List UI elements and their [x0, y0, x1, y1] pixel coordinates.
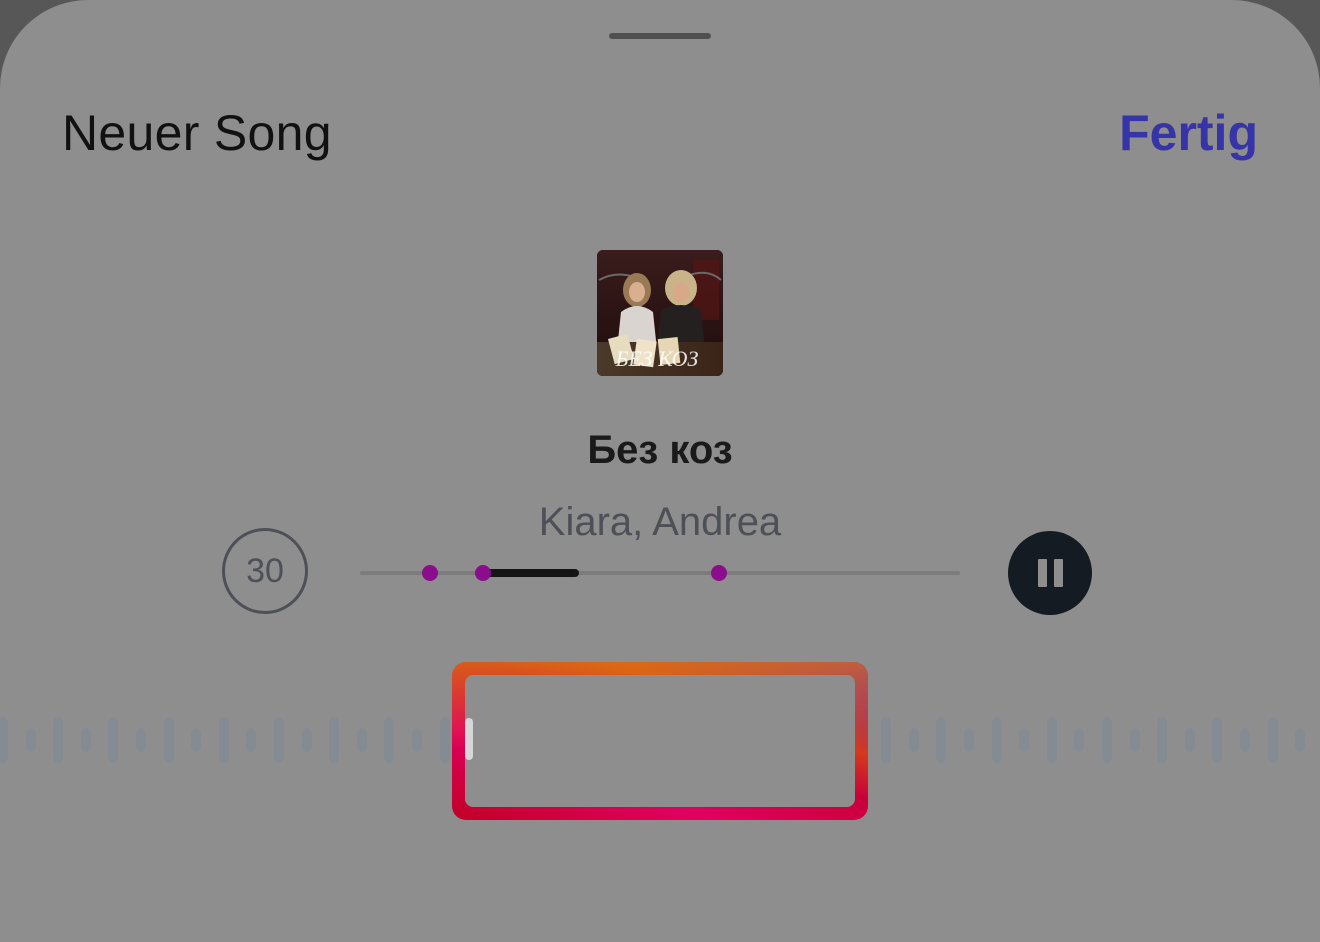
clip-selection-window[interactable]: [452, 662, 868, 820]
waveform-bar: [163, 717, 174, 763]
waveform-bar: [964, 728, 974, 752]
waveform-bar: [1267, 717, 1278, 763]
artwork-title: БЕЗ КОЗ: [615, 346, 699, 371]
scrubber-marker: [475, 565, 491, 581]
waveform-bar: [1102, 717, 1112, 763]
song-artists: Kiara, Andrea: [538, 500, 782, 544]
clip-duration-label: 30: [246, 551, 284, 590]
waveform-bar: [1212, 717, 1223, 763]
waveform-bar: [356, 728, 367, 752]
waveform-bar: [908, 728, 919, 752]
scrubber-progress: [483, 569, 579, 577]
waveform-bar: [384, 717, 395, 763]
scrubber-track: [360, 571, 960, 575]
waveform-bar: [1129, 728, 1140, 752]
waveform-bar: [246, 728, 257, 752]
waveform-bar: [108, 717, 119, 763]
sheet-grabber[interactable]: [609, 33, 711, 39]
pause-button[interactable]: [1008, 531, 1092, 615]
clip-selection-inner: [465, 675, 855, 807]
artwork-icon: БЕЗ КОЗ: [597, 250, 723, 376]
waveform-bar: [53, 717, 64, 763]
waveform-bar: [991, 717, 1002, 763]
waveform-bar: [881, 717, 892, 763]
drag-handle-icon[interactable]: [465, 718, 473, 760]
playback-scrubber[interactable]: [360, 556, 960, 590]
waveform-bar: [191, 728, 202, 752]
scrubber-marker: [421, 565, 438, 581]
done-button[interactable]: Fertig: [1119, 104, 1258, 162]
waveform-bar: [1184, 728, 1195, 752]
waveform-bar: [136, 728, 146, 752]
waveform-bar: [1295, 728, 1306, 752]
clip-duration-button[interactable]: 30: [222, 528, 308, 614]
waveform-bar: [0, 717, 8, 763]
waveform-bar: [329, 717, 340, 763]
waveform-bar: [218, 717, 229, 763]
waveform-bar: [412, 728, 422, 752]
sheet-title: Neuer Song: [62, 105, 332, 161]
waveform-bar: [1157, 717, 1168, 763]
song-title: Без коз: [587, 428, 733, 472]
music-picker-sheet: Neuer Song Fertig БЕЗ КОЗ Без коз Kiara,…: [0, 0, 1320, 942]
album-artwork: БЕЗ КОЗ: [597, 250, 723, 376]
waveform-bar: [274, 717, 284, 763]
waveform-bar: [936, 717, 947, 763]
waveform-bar: [25, 728, 36, 752]
waveform-bar: [1240, 728, 1250, 752]
waveform-bar: [301, 728, 312, 752]
scrubber-marker: [710, 565, 727, 581]
waveform-bar: [439, 717, 450, 763]
pause-icon: [1037, 559, 1063, 587]
waveform-bar: [80, 728, 91, 752]
waveform-bar: [1046, 717, 1057, 763]
waveform-bar: [1074, 728, 1085, 752]
waveform-bar: [1019, 728, 1030, 752]
